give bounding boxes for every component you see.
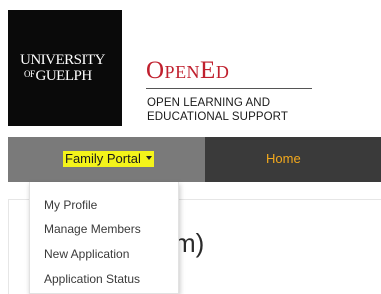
menu-item-application-status[interactable]: Application Status [44, 272, 140, 286]
caret-down-icon [145, 156, 152, 160]
family-portal-label[interactable]: Family Portal [63, 151, 154, 167]
menu-item-new-application[interactable]: New Application [44, 247, 129, 261]
main-navbar: Family Portal Home [8, 137, 381, 182]
opened-brand-title: OpenEd [146, 57, 230, 84]
family-portal-dropdown-menu: My Profile Manage Members New Applicatio… [29, 182, 179, 294]
logo-text-guelph: OFGUELPH [24, 68, 92, 84]
family-portal-dropdown-toggle[interactable]: Family Portal [8, 137, 205, 182]
menu-item-my-profile[interactable]: My Profile [44, 198, 97, 212]
tagline-line-1: OPEN LEARNING AND [147, 97, 271, 109]
nav-home-link[interactable]: Home [266, 151, 301, 167]
menu-item-manage-members[interactable]: Manage Members [44, 222, 141, 236]
brand-divider [146, 88, 312, 89]
university-of-guelph-logo[interactable]: UNIVERSITY OFGUELPH [8, 10, 122, 126]
tagline-line-2: EDUCATIONAL SUPPORT [147, 111, 288, 123]
brand-tagline: OPEN LEARNING AND EDUCATIONAL SUPPORT [147, 96, 288, 124]
logo-text-university: UNIVERSITY [20, 52, 106, 68]
